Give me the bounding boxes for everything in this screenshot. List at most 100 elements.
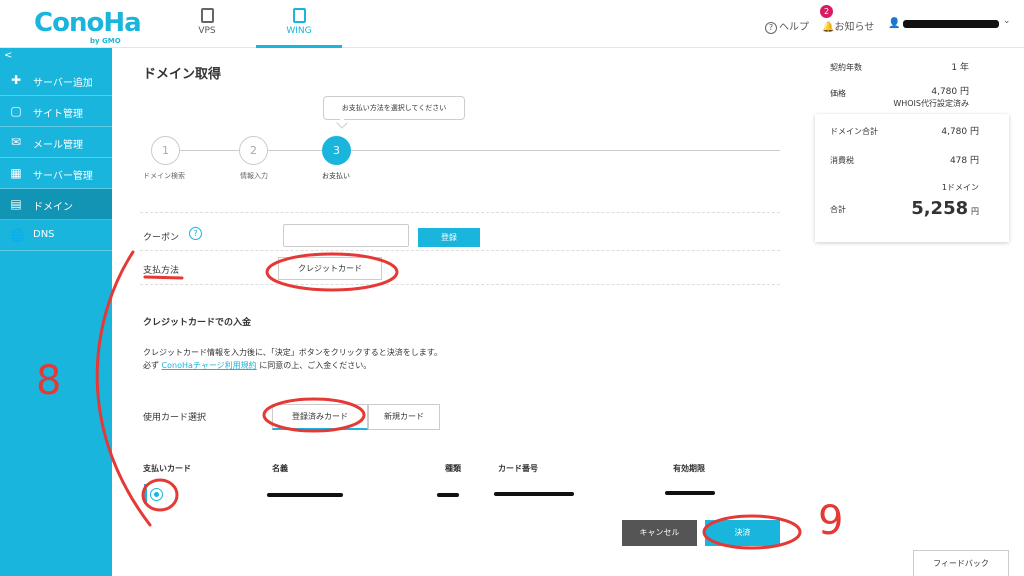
domain-total-value: 4,780 円 [941,127,979,137]
card-select-label: 使用カード選択 [143,413,207,423]
notifications-link[interactable]: 🔔お知らせ [822,18,874,33]
sidebar-item-add-server[interactable]: ✚ サーバー追加 [0,65,112,96]
user-icon: 👤 [888,18,901,29]
column-header-payment-card: 支払いカード [143,464,191,473]
server-icon [200,8,214,23]
redacted-expiry [665,491,715,495]
tab-wing[interactable]: WING [256,8,342,48]
sidebar-item-label: サーバー追加 [33,78,93,89]
column-header-type: 種類 [445,464,461,473]
server-icon: ▦ [10,166,22,180]
summary-panel: ドメイン合計 4,780 円 消費税 478 円 1ドメイン 合計 5,258 … [815,114,1009,242]
help-icon: ? [765,22,777,34]
site-icon: ▢ [10,104,22,118]
annotation-number-8: 8 [36,358,62,404]
coupon-input[interactable] [283,224,409,247]
divider [140,212,780,213]
logo-sub: by GMO [90,37,121,45]
user-menu[interactable]: 👤 [888,18,900,29]
domain-icon: ▤ [10,197,22,211]
sidebar: < ✚ サーバー追加 ▢ サイト管理 ✉ メール管理 ▦ サーバー管理 ▤ ドメ… [0,48,112,576]
card-radio[interactable] [150,488,163,501]
page-title: ドメイン取得 [143,67,222,82]
section-title: クレジットカードでの入金 [143,318,252,328]
sidebar-item-server-management[interactable]: ▦ サーバー管理 [0,158,112,189]
terms-link[interactable]: ConoHaチャージ利用規約 [162,361,257,370]
mail-icon: ✉ [10,135,22,149]
wing-icon [292,8,306,23]
coupon-label: クーポン [143,233,180,243]
selected-row-indicator [144,484,147,504]
summary-header: 契約年数 1 年 価格 4,780 円 WHOIS代行設定済み [815,48,1009,120]
collapse-sidebar-icon[interactable]: < [4,50,12,61]
total-label: 合計 [830,205,846,214]
sidebar-item-label: メール管理 [33,140,83,151]
step-2-label: 情報入力 [240,172,268,180]
redacted-card-number [494,492,574,496]
redacted-type [437,493,459,497]
years-label: 契約年数 [830,63,862,72]
step-2-circle: 2 [239,136,268,165]
tab-registered-card[interactable]: 登録済みカード [272,404,368,430]
column-header-expiry: 有効期限 [673,464,705,473]
description-suffix: に同意の上、ご入金ください。 [259,361,372,370]
step-3-label: お支払い [322,172,350,180]
help-label: ヘルプ [779,22,809,33]
pay-button[interactable]: 決済 [705,520,780,546]
step-1-circle: 1 [151,136,180,165]
description-line-2: 必ず ConoHaチャージ利用規約 に同意の上、ご入金ください。 [143,360,371,371]
payment-method-credit-card[interactable]: クレジットカード [278,257,382,280]
tab-vps-label: VPS [198,26,216,36]
conoha-logo[interactable]: ConoHa by GMO [34,8,142,45]
top-bar: ConoHa by GMO VPS WING ? ヘルプ 2 🔔お知らせ 👤 ⌄ [0,0,1024,48]
app-window: ConoHa by GMO VPS WING ? ヘルプ 2 🔔お知らせ 👤 ⌄ … [0,0,1024,576]
bell-icon: 🔔 [822,22,835,33]
sidebar-item-label: サイト管理 [33,109,83,120]
logo-text: ConoHa [34,8,142,38]
redacted-username [903,20,999,28]
tab-new-card[interactable]: 新規カード [368,404,440,430]
tax-value: 478 円 [949,156,979,166]
notifications-label: お知らせ [834,22,875,33]
annotation-number-9: 9 [818,498,844,544]
divider [140,284,780,285]
coupon-help-icon[interactable]: ? [189,227,202,240]
sidebar-item-site-management[interactable]: ▢ サイト管理 [0,96,112,127]
column-header-name: 名義 [272,464,288,473]
cancel-button[interactable]: キャンセル [622,520,697,546]
tax-label: 消費税 [830,156,854,165]
sidebar-item-domain[interactable]: ▤ ドメイン [0,189,112,220]
notification-badge: 2 [820,5,833,18]
column-header-card-number: カード番号 [498,464,538,473]
price-label: 価格 [830,89,846,98]
chevron-down-icon[interactable]: ⌄ [1003,16,1011,26]
sidebar-item-label: ドメイン [33,202,73,213]
globe-icon: 🌐 [10,228,25,242]
coupon-register-button[interactable]: 登録 [418,228,480,247]
years-value: 1 年 [951,63,969,73]
total-amount: 5,258 円 [911,198,979,219]
help-link[interactable]: ? ヘルプ [765,18,809,34]
annotation-underline [143,275,184,280]
tab-wing-label: WING [286,26,312,36]
redacted-name [267,493,343,497]
step-3-circle: 3 [322,136,351,165]
description-prefix: 必ず [143,361,159,370]
sidebar-item-label: サーバー管理 [33,171,93,182]
description-line-1: クレジットカード情報を入力後に、「決定」ボタンをクリックすると決済をします。 [143,348,442,357]
step-tooltip: お支払い方法を選択してください [323,96,465,120]
domain-total-label: ドメイン合計 [830,127,878,136]
domain-count: 1ドメイン [941,183,979,192]
plus-icon: ✚ [10,73,22,87]
total-unit: 円 [971,207,979,216]
price-value: 4,780 円 [931,87,969,97]
payment-method-label: 支払方法 [143,266,180,276]
total-value: 5,258 [911,198,969,219]
tab-vps[interactable]: VPS [167,8,247,48]
sidebar-item-mail-management[interactable]: ✉ メール管理 [0,127,112,158]
sidebar-item-label: DNS [33,229,55,240]
divider [140,250,780,251]
sidebar-item-dns[interactable]: 🌐 DNS [0,220,112,251]
feedback-button[interactable]: フィードバック [913,550,1009,576]
whois-note: WHOIS代行設定済み [893,99,969,108]
